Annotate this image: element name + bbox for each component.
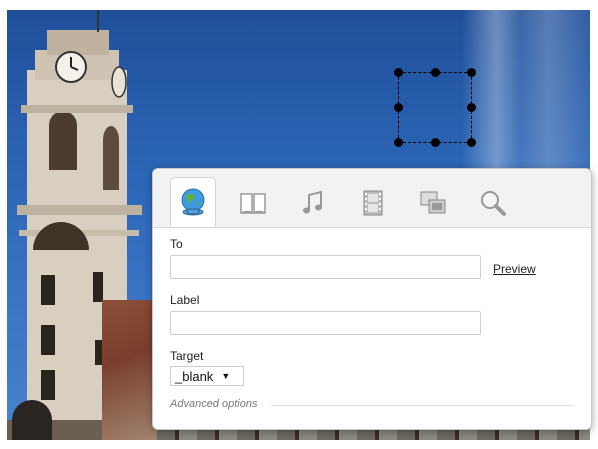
divider — [271, 405, 574, 406]
selection-box[interactable] — [394, 68, 476, 147]
target-select-value: _blank — [175, 368, 214, 384]
tab-search[interactable] — [470, 179, 516, 227]
to-label: To — [170, 237, 183, 251]
dialog-tabbar — [153, 169, 591, 228]
preview-link[interactable]: Preview — [493, 262, 536, 276]
tab-video[interactable] — [350, 179, 396, 227]
target-select[interactable]: _blank ▼ — [170, 366, 244, 386]
resize-handle-bottom[interactable] — [431, 138, 440, 147]
resize-handle-left[interactable] — [394, 103, 403, 112]
magnifier-icon — [481, 191, 506, 216]
resize-handle-top-right[interactable] — [467, 68, 476, 77]
chevron-down-icon: ▼ — [221, 371, 231, 381]
label-label: Label — [170, 293, 200, 307]
tab-images[interactable] — [410, 179, 456, 227]
globe-link-icon — [181, 188, 205, 216]
label-input[interactable] — [170, 311, 481, 335]
to-input[interactable] — [170, 255, 481, 279]
resize-handle-right[interactable] — [467, 103, 476, 112]
target-label: Target — [170, 349, 204, 363]
book-icon — [240, 193, 266, 214]
editor-canvas: To Preview Label Target _blank ▼ Advance… — [0, 0, 598, 449]
tab-anchor[interactable] — [230, 179, 276, 227]
film-strip-icon — [363, 190, 383, 216]
resize-handle-bottom-right[interactable] — [467, 138, 476, 147]
resize-handle-top[interactable] — [431, 68, 440, 77]
tab-audio[interactable] — [290, 179, 336, 227]
resize-handle-bottom-left[interactable] — [394, 138, 403, 147]
image-stack-icon — [420, 191, 446, 214]
resize-handle-top-left[interactable] — [394, 68, 403, 77]
advanced-options-link[interactable]: Advanced options — [170, 398, 257, 410]
link-dialog: To Preview Label Target _blank ▼ Advance… — [152, 168, 592, 430]
music-note-icon — [303, 190, 322, 214]
tab-link[interactable] — [170, 177, 216, 227]
